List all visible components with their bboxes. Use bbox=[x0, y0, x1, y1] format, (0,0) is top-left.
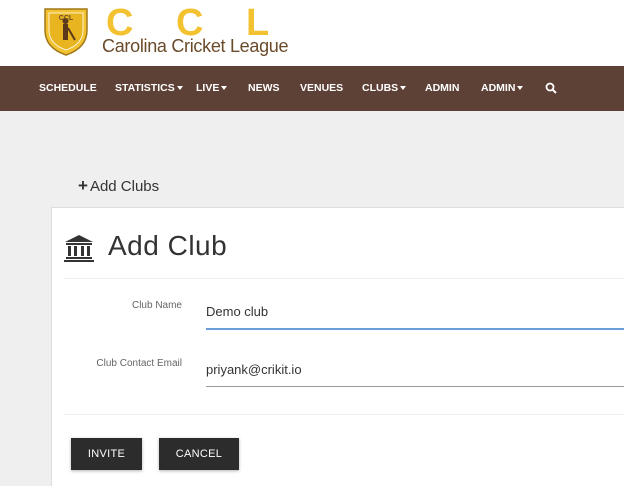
club-name-input[interactable] bbox=[206, 296, 624, 326]
caret-down-icon bbox=[517, 86, 524, 91]
contact-email-underline bbox=[206, 386, 624, 387]
add-club-panel: Add Club Club Name Club Contact Email IN… bbox=[51, 207, 624, 486]
nav-news[interactable]: NEWS bbox=[248, 66, 280, 111]
plus-icon: + bbox=[78, 176, 88, 195]
shield-text: CCL bbox=[59, 15, 74, 22]
nav-venues[interactable]: VENUES bbox=[300, 66, 343, 111]
form-title: Add Club bbox=[108, 230, 228, 261]
contact-email-label: Club Contact Email bbox=[96, 358, 182, 369]
divider bbox=[64, 414, 624, 415]
site-header: CCL C C L Carolina Cricket League bbox=[0, 0, 624, 66]
club-name-underline bbox=[206, 328, 624, 330]
invite-button[interactable]: INVITE bbox=[71, 438, 142, 470]
nav-statistics[interactable]: STATISTICS bbox=[115, 66, 183, 111]
page-heading-text: Add Clubs bbox=[89, 178, 160, 195]
nav-admin[interactable]: ADMIN bbox=[425, 66, 459, 111]
nav-admin-dropdown[interactable]: ADMIN bbox=[481, 66, 524, 111]
contact-email-input[interactable] bbox=[206, 354, 624, 384]
bank-icon bbox=[64, 235, 94, 262]
search-icon[interactable] bbox=[545, 82, 557, 94]
league-name: Carolina Cricket League bbox=[102, 36, 289, 56]
caret-down-icon bbox=[221, 86, 228, 91]
cancel-button[interactable]: CANCEL bbox=[159, 438, 239, 470]
ccl-shield-logo-icon[interactable]: CCL bbox=[42, 6, 90, 56]
nav-clubs[interactable]: CLUBS bbox=[362, 66, 407, 111]
nav-live[interactable]: LIVE bbox=[196, 66, 228, 111]
main-navbar: SCHEDULE STATISTICS LIVE NEWS VENUES CLU… bbox=[0, 66, 624, 111]
caret-down-icon bbox=[400, 86, 407, 91]
club-name-label: Club Name bbox=[131, 300, 182, 311]
caret-down-icon bbox=[176, 86, 183, 91]
page-heading: + Add Clubs bbox=[78, 176, 159, 196]
nav-schedule[interactable]: SCHEDULE bbox=[39, 66, 97, 111]
divider bbox=[64, 278, 624, 279]
